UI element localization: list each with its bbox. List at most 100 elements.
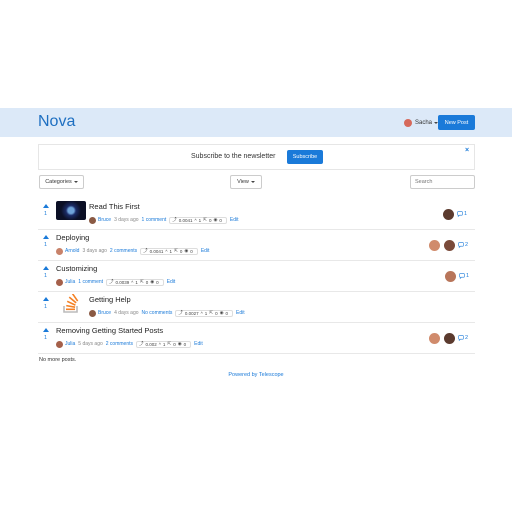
- upvote-arrow-icon[interactable]: [42, 204, 49, 208]
- views-value: 0: [219, 217, 222, 223]
- author-link[interactable]: Julia: [65, 341, 75, 347]
- eye-icon: ◉: [177, 341, 182, 346]
- upvote-icon: ^: [200, 310, 203, 316]
- commenter-avatar[interactable]: [444, 332, 455, 344]
- chevron-down-icon: [73, 181, 78, 183]
- view-dropdown[interactable]: View: [230, 175, 262, 189]
- post-title[interactable]: Getting Help: [89, 295, 131, 304]
- post-item: 1 Removing Getting Started Posts Julia 5…: [38, 323, 475, 354]
- upvote-control[interactable]: 1: [41, 235, 50, 249]
- categories-dropdown[interactable]: Categories: [39, 175, 84, 189]
- click-icon: ⇱: [139, 279, 144, 284]
- author-avatar[interactable]: [56, 247, 63, 255]
- comment-count-value: 2: [465, 335, 469, 341]
- clicks-value: 0: [173, 341, 176, 347]
- stackoverflow-logo-icon[interactable]: [62, 294, 80, 314]
- upvote-control[interactable]: 1: [41, 328, 50, 342]
- user-avatar: [404, 119, 412, 127]
- powered-by-link[interactable]: Powered by Telescope: [0, 372, 512, 378]
- close-icon[interactable]: ×: [465, 147, 469, 154]
- comments-link[interactable]: 1 comment: [142, 217, 167, 223]
- comments-link[interactable]: 1 comment: [78, 279, 103, 285]
- edit-link[interactable]: Edit: [194, 341, 203, 347]
- eye-icon: ◉: [184, 248, 189, 253]
- author-avatar[interactable]: [56, 340, 63, 348]
- commenters: 1: [441, 270, 469, 282]
- edit-link[interactable]: Edit: [201, 248, 210, 254]
- comment-bubble-icon: [459, 273, 465, 279]
- commenter-avatar[interactable]: [444, 239, 455, 251]
- author-avatar[interactable]: [89, 216, 96, 224]
- author-avatar[interactable]: [89, 309, 96, 317]
- comments-link[interactable]: 2 comments: [110, 248, 137, 254]
- commenter-avatar[interactable]: [429, 332, 440, 344]
- edit-link[interactable]: Edit: [230, 217, 239, 223]
- upvote-icon: ^: [131, 279, 134, 285]
- comment-count-value: 2: [465, 242, 469, 248]
- commenters: 2: [425, 239, 468, 251]
- post-item: 1 Getting Help Bruce 4 days ago No comme…: [38, 292, 475, 323]
- clicks-value: 0: [179, 248, 183, 254]
- post-title[interactable]: Removing Getting Started Posts: [56, 326, 163, 335]
- comment-count[interactable]: 1: [457, 211, 467, 217]
- comment-count[interactable]: 2: [458, 335, 468, 341]
- vote-count: 1: [43, 211, 48, 217]
- post-stats: ⤴ 0.0041 ^ 1 ⇱ 0 ◉ 0: [140, 247, 198, 255]
- post-title[interactable]: Customizing: [56, 264, 97, 273]
- page: Nova Sacha New Post Subscribe to the new…: [0, 0, 512, 512]
- search-input[interactable]: [410, 175, 475, 189]
- upvote-arrow-icon[interactable]: [42, 328, 49, 332]
- upvote-arrow-icon[interactable]: [42, 266, 49, 270]
- commenters: 2: [425, 332, 468, 344]
- post-meta: Arnold 3 days ago 2 comments ⤴ 0.0041 ^ 1 …: [56, 247, 209, 255]
- upvote-control[interactable]: 1: [41, 266, 50, 280]
- vote-count: 1: [43, 335, 48, 341]
- post-stats: ⤴ 0.002 ^ 1 ⇱ 0 ◉ 0: [136, 340, 192, 348]
- commenter-avatar[interactable]: [429, 239, 440, 251]
- score-icon: ⤴: [143, 248, 148, 253]
- post-date: 5 days ago: [78, 341, 103, 347]
- upvote-icon: ^: [165, 248, 168, 254]
- comment-count[interactable]: 1: [459, 273, 469, 279]
- commenter-avatar[interactable]: [445, 270, 456, 282]
- clicks-value: 0: [208, 217, 212, 223]
- comment-bubble-icon: [458, 242, 464, 248]
- click-icon: ⇱: [209, 310, 214, 315]
- upvotes-value: 1: [204, 310, 208, 316]
- post-title[interactable]: Read This First: [89, 202, 140, 211]
- comment-count-value: 1: [464, 211, 468, 217]
- score-value: 0.0039: [115, 279, 130, 285]
- click-icon: ⇱: [203, 217, 207, 222]
- comment-count[interactable]: 2: [458, 242, 468, 248]
- score-value: 0.002: [145, 341, 157, 347]
- author-link[interactable]: Arnold: [65, 248, 79, 254]
- commenter-avatar[interactable]: [443, 208, 454, 220]
- comments-link[interactable]: 2 comments: [106, 341, 133, 347]
- upvote-arrow-icon[interactable]: [42, 235, 49, 239]
- no-more-posts: No more posts.: [39, 357, 77, 363]
- eye-icon: ◉: [213, 217, 218, 222]
- site-logo[interactable]: Nova: [38, 111, 75, 133]
- post-title[interactable]: Deploying: [56, 233, 89, 242]
- vote-count: 1: [43, 242, 48, 248]
- upvote-icon: ^: [194, 217, 197, 223]
- post-thumbnail[interactable]: [56, 201, 86, 220]
- author-link[interactable]: Bruce: [98, 310, 111, 316]
- subscribe-button[interactable]: Subscribe: [287, 150, 323, 164]
- user-menu[interactable]: Sacha: [404, 117, 439, 129]
- upvote-control[interactable]: 1: [41, 297, 50, 311]
- edit-link[interactable]: Edit: [236, 310, 245, 316]
- author-link[interactable]: Bruce: [98, 217, 111, 223]
- comments-link[interactable]: No comments: [142, 310, 173, 316]
- post-date: 4 days ago: [114, 310, 139, 316]
- edit-link[interactable]: Edit: [167, 279, 176, 285]
- clicks-value: 0: [215, 310, 218, 316]
- upvote-control[interactable]: 1: [41, 204, 50, 218]
- commenters: 1: [439, 208, 467, 220]
- new-post-button[interactable]: New Post: [438, 115, 475, 130]
- author-link[interactable]: Julia: [65, 279, 75, 285]
- author-avatar[interactable]: [56, 278, 63, 286]
- post-meta: Julia 5 days ago 2 comments ⤴ 0.002 ^ 1 ⇱ 0…: [56, 340, 203, 348]
- upvotes-value: 1: [135, 279, 138, 285]
- upvote-arrow-icon[interactable]: [42, 297, 49, 301]
